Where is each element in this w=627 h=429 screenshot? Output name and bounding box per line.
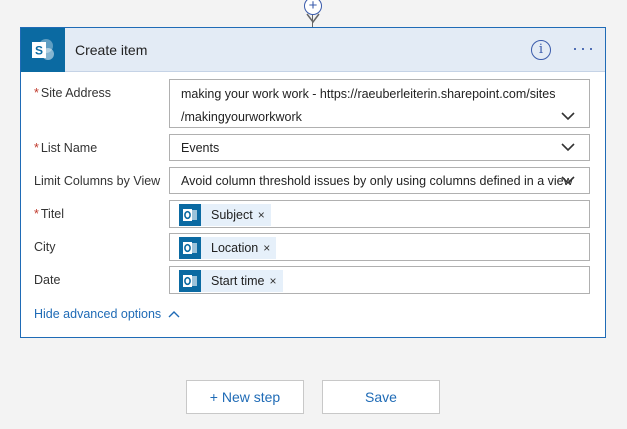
- city-label: City: [34, 240, 56, 254]
- save-button[interactable]: Save: [322, 380, 440, 414]
- remove-token-icon[interactable]: ×: [263, 241, 270, 255]
- chevron-down-icon[interactable]: [561, 176, 575, 185]
- new-step-button[interactable]: + New step: [186, 380, 304, 414]
- site-address-value-line2: /makingyourworkwork: [181, 110, 302, 124]
- chevron-up-icon: [168, 311, 180, 318]
- city-input[interactable]: Location ×: [169, 233, 590, 261]
- sharepoint-icon: S: [21, 28, 65, 72]
- dynamic-content-token[interactable]: Start time ×: [179, 270, 283, 292]
- more-options-icon[interactable]: ···: [572, 38, 596, 59]
- required-mark: *: [34, 86, 39, 100]
- site-address-dropdown[interactable]: making your work work - https://raeuberl…: [169, 79, 590, 128]
- dynamic-content-token[interactable]: Subject ×: [179, 204, 271, 226]
- hide-advanced-options-label: Hide advanced options: [34, 307, 162, 321]
- limit-columns-label: Limit Columns by View: [34, 174, 161, 188]
- limit-columns-value: Avoid column threshold issues by only us…: [181, 174, 573, 188]
- card-header[interactable]: S Create item i ···: [21, 28, 605, 72]
- card-title: Create item: [75, 42, 148, 58]
- titel-label: * Titel: [34, 207, 64, 221]
- list-name-label: * List Name: [34, 141, 97, 155]
- site-address-label: * Site Address: [34, 86, 111, 100]
- required-mark: *: [34, 207, 39, 221]
- remove-token-icon[interactable]: ×: [270, 274, 277, 288]
- create-item-card: S Create item i ··· * Site Address making…: [20, 27, 606, 338]
- arrow-down-icon: [306, 13, 320, 24]
- chevron-down-icon[interactable]: [561, 143, 575, 152]
- token-label: Subject: [211, 208, 253, 222]
- hide-advanced-options-link[interactable]: Hide advanced options: [34, 307, 180, 321]
- outlook-icon: [179, 270, 201, 292]
- info-icon[interactable]: i: [531, 40, 551, 60]
- outlook-icon: [179, 204, 201, 226]
- list-name-value: Events: [181, 141, 220, 155]
- titel-label-text: Titel: [40, 207, 65, 221]
- site-address-value-line1: making your work work - https://raeuberl…: [181, 87, 556, 101]
- titel-input[interactable]: Subject ×: [169, 200, 590, 228]
- outlook-icon: [179, 237, 201, 259]
- list-name-dropdown[interactable]: Events: [169, 134, 590, 161]
- date-input[interactable]: Start time ×: [169, 266, 590, 294]
- token-label: Location: [211, 241, 259, 255]
- dynamic-content-token[interactable]: Location ×: [179, 237, 277, 259]
- chevron-down-icon[interactable]: [561, 112, 575, 121]
- remove-token-icon[interactable]: ×: [258, 208, 265, 222]
- site-address-label-text: Site Address: [40, 86, 112, 100]
- required-mark: *: [34, 141, 39, 155]
- svg-text:S: S: [35, 44, 43, 58]
- list-name-label-text: List Name: [40, 141, 98, 155]
- date-label: Date: [34, 273, 61, 287]
- limit-columns-dropdown[interactable]: Avoid column threshold issues by only us…: [169, 167, 590, 194]
- token-label: Start time: [211, 274, 265, 288]
